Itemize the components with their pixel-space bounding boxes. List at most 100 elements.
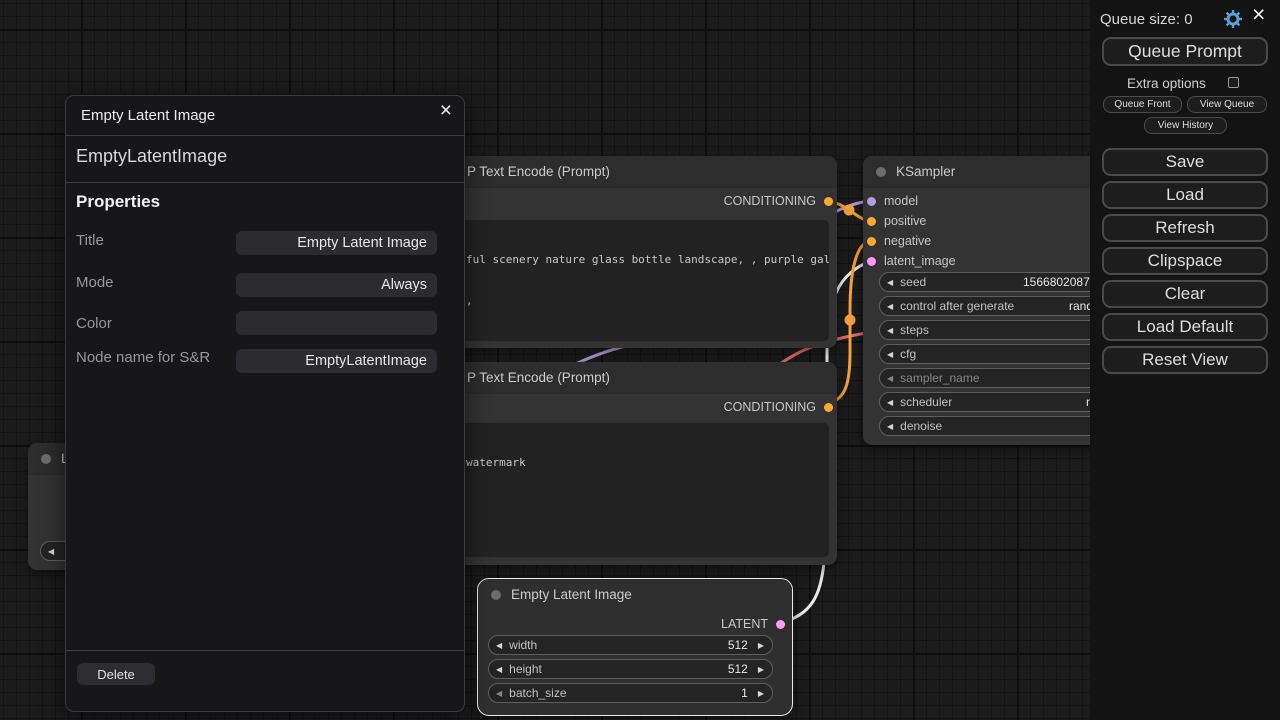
divider [66, 650, 464, 651]
output-row: LATENT [721, 614, 785, 634]
input-row-negative: negative [867, 231, 931, 251]
prompt-line: , [466, 294, 823, 308]
decrement-arrow-icon[interactable]: ◀ [496, 689, 502, 698]
extra-options-checkbox[interactable] [1228, 77, 1239, 88]
load-button[interactable]: Load [1102, 181, 1268, 209]
node-title: P Text Encode (Prompt) [467, 370, 610, 385]
prompt-textarea[interactable]: watermark [426, 423, 829, 557]
model-input-slot[interactable] [867, 197, 876, 206]
input-label: model [884, 194, 918, 208]
latent-output-slot[interactable] [776, 620, 785, 629]
close-icon[interactable]: × [1252, 4, 1265, 24]
node-title-bar[interactable]: P Text Encode (Prompt) [420, 362, 837, 394]
prompt-line: ful scenery nature glass bottle landscap… [466, 253, 823, 267]
field-label-node-name: Node name for S&R [76, 349, 210, 366]
node-title-bar[interactable]: Empty Latent Image [478, 579, 792, 610]
field-label-color: Color [76, 315, 112, 332]
extra-options-label: Extra options [1127, 76, 1206, 91]
panel-title: Empty Latent Image [81, 107, 215, 124]
link-midpoint-dot [844, 205, 855, 216]
node-properties-panel: Empty Latent Image × EmptyLatentImage Pr… [65, 95, 465, 712]
widget-label: seed [900, 275, 926, 289]
input-row-latent-image: latent_image [867, 251, 956, 271]
input-label: latent_image [884, 254, 956, 268]
comfyui-menu: Queue size: 0 × Queue Prompt Extra optio… [1090, 0, 1280, 720]
decrement-arrow-icon[interactable]: ◀ [887, 374, 893, 383]
conditioning-input-slot[interactable] [867, 217, 876, 226]
widget-height[interactable]: ◀ height 512 ▶ [488, 659, 773, 679]
widget-label: batch_size [509, 686, 566, 700]
node-title: KSampler [896, 164, 955, 179]
output-label: LATENT [721, 617, 768, 631]
conditioning-input-slot[interactable] [867, 237, 876, 246]
increment-arrow-icon[interactable]: ▶ [758, 665, 764, 674]
clipspace-button[interactable]: Clipspace [1102, 247, 1268, 275]
reset-view-button[interactable]: Reset View [1102, 346, 1268, 374]
collapse-dot-icon[interactable] [876, 167, 886, 177]
close-icon[interactable]: × [440, 101, 452, 121]
clear-button[interactable]: Clear [1102, 280, 1268, 308]
node-clip-text-encode-positive[interactable]: P Text Encode (Prompt) CONDITIONING ful … [420, 156, 837, 348]
node-title: P Text Encode (Prompt) [467, 164, 610, 179]
decrement-arrow-icon[interactable]: ◀ [496, 665, 502, 674]
mode-field[interactable]: Always [236, 273, 437, 297]
decrement-arrow-icon[interactable]: ◀ [887, 278, 893, 287]
input-row-positive: positive [867, 211, 926, 231]
decrement-arrow-icon[interactable]: ◀ [48, 547, 54, 556]
increment-arrow-icon[interactable]: ▶ [758, 641, 764, 650]
widget-label: height [509, 662, 542, 676]
input-label: positive [884, 214, 926, 228]
widget-label: steps [900, 323, 929, 337]
output-label: CONDITIONING [724, 400, 816, 414]
node-type-label: EmptyLatentImage [76, 146, 227, 167]
node-title-bar[interactable]: P Text Encode (Prompt) [420, 156, 837, 188]
collapse-dot-icon[interactable] [41, 454, 51, 464]
queue-front-button[interactable]: Queue Front [1103, 96, 1182, 113]
node-empty-latent-image[interactable]: Empty Latent Image LATENT ◀ width 512 ▶ … [477, 578, 793, 716]
node-clip-text-encode-negative[interactable]: P Text Encode (Prompt) CONDITIONING wate… [420, 362, 837, 565]
decrement-arrow-icon[interactable]: ◀ [887, 398, 893, 407]
widget-label: denoise [900, 419, 942, 433]
widget-value: 512 [728, 662, 748, 676]
conditioning-output-slot[interactable] [824, 403, 833, 412]
node-title: Empty Latent Image [511, 587, 632, 602]
comfyui-canvas[interactable]: Lo ◀ P Text Encode (Prompt) CONDITIONING… [0, 0, 1280, 720]
decrement-arrow-icon[interactable]: ◀ [887, 302, 893, 311]
save-button[interactable]: Save [1102, 148, 1268, 176]
widget-label: cfg [900, 347, 916, 361]
decrement-arrow-icon[interactable]: ◀ [887, 326, 893, 335]
output-row: CONDITIONING [724, 191, 833, 211]
input-label: negative [884, 234, 931, 248]
queue-size-label: Queue size: 0 [1100, 11, 1193, 28]
load-default-button[interactable]: Load Default [1102, 313, 1268, 341]
refresh-button[interactable]: Refresh [1102, 214, 1268, 242]
widget-value: 1566802087 [1023, 275, 1090, 289]
increment-arrow-icon[interactable]: ▶ [758, 689, 764, 698]
field-label-mode: Mode [76, 274, 114, 291]
prompt-textarea[interactable]: ful scenery nature glass bottle landscap… [426, 220, 829, 341]
output-label: CONDITIONING [724, 194, 816, 208]
conditioning-output-slot[interactable] [824, 197, 833, 206]
decrement-arrow-icon[interactable]: ◀ [887, 422, 893, 431]
widget-value: 512 [728, 638, 748, 652]
view-queue-button[interactable]: View Queue [1187, 96, 1267, 113]
divider [66, 135, 464, 136]
prompt-line: watermark [466, 456, 823, 470]
field-label-title: Title [76, 232, 104, 249]
queue-prompt-button[interactable]: Queue Prompt [1102, 37, 1268, 66]
widget-label: width [509, 638, 537, 652]
properties-heading: Properties [76, 192, 160, 212]
output-row: CONDITIONING [724, 397, 833, 417]
collapse-dot-icon[interactable] [491, 590, 501, 600]
title-field[interactable]: Empty Latent Image [236, 231, 437, 255]
delete-button[interactable]: Delete [77, 663, 155, 685]
latent-input-slot[interactable] [867, 257, 876, 266]
node-name-field[interactable]: EmptyLatentImage [236, 349, 437, 373]
decrement-arrow-icon[interactable]: ◀ [887, 350, 893, 359]
widget-batch-size[interactable]: ◀ batch_size 1 ▶ [488, 683, 773, 703]
decrement-arrow-icon[interactable]: ◀ [496, 641, 502, 650]
view-history-button[interactable]: View History [1144, 117, 1227, 134]
color-field[interactable] [236, 311, 437, 335]
widget-width[interactable]: ◀ width 512 ▶ [488, 635, 773, 655]
gear-icon[interactable] [1223, 9, 1243, 29]
